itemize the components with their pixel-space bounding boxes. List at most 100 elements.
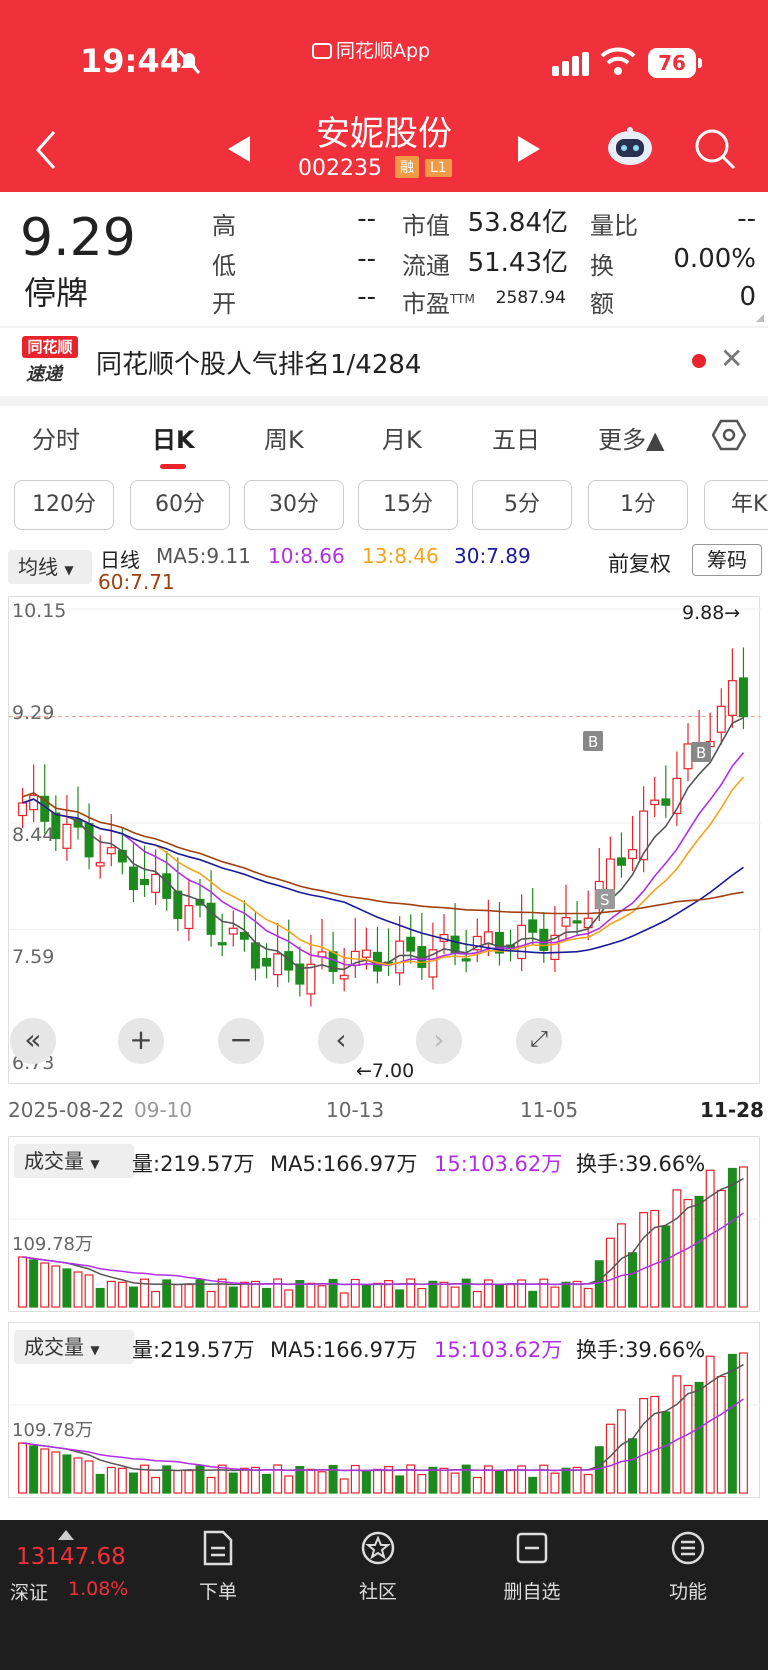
- tab-weekly-k[interactable]: 周K: [264, 420, 304, 455]
- functions-label: 功能: [668, 1581, 707, 1603]
- period-60min-button[interactable]: 60分: [130, 480, 230, 530]
- tab-monthly-k[interactable]: 月K: [382, 420, 422, 455]
- search-icon[interactable]: [694, 128, 736, 170]
- volume-bar: [306, 1282, 316, 1308]
- candle-body: [605, 858, 615, 891]
- chip-distribution-button[interactable]: 筹码: [692, 544, 762, 576]
- period-yearly-button[interactable]: 年K: [704, 480, 768, 530]
- chart-settings-icon[interactable]: [712, 418, 746, 452]
- y-label-top: 10.15: [12, 600, 67, 622]
- open-value: --: [357, 282, 376, 312]
- period-name: 日线: [100, 548, 140, 572]
- ma13-value: 13:8.46: [362, 544, 439, 568]
- fullscreen-icon[interactable]: ⤢: [516, 1018, 562, 1064]
- close-banner-icon[interactable]: ✕: [720, 342, 743, 375]
- candlestick-chart[interactable]: B B S: [8, 596, 761, 1084]
- candle-body: [151, 873, 161, 893]
- app-return-link[interactable]: 同花顺App: [312, 36, 430, 63]
- community-button[interactable]: 社区: [328, 1530, 428, 1604]
- logo-top-text: 同花顺: [22, 336, 78, 358]
- volume-bar: [29, 1259, 39, 1308]
- candle-body: [517, 924, 527, 960]
- zoom-in-button[interactable]: +: [118, 1018, 164, 1064]
- candle-body: [217, 942, 227, 946]
- scroll-right-button[interactable]: ›: [416, 1018, 462, 1064]
- zoom-out-far-button[interactable]: «: [10, 1018, 56, 1064]
- volume-bar: [439, 1281, 449, 1308]
- candle-body: [339, 974, 349, 980]
- volume-bar: [561, 1281, 571, 1308]
- float-cap-label: 流通: [402, 252, 450, 280]
- volume-indicator-select-2[interactable]: 成交量 ▼: [14, 1330, 134, 1364]
- candle-body: [572, 920, 582, 924]
- candle-body: [716, 705, 726, 733]
- volume-bar: [583, 1287, 593, 1308]
- volume-bar: [128, 1472, 138, 1494]
- functions-button[interactable]: 功能: [638, 1530, 738, 1604]
- high-value: --: [357, 204, 376, 234]
- ma30-value: 30:7.89: [454, 544, 531, 568]
- candle-body: [250, 942, 260, 969]
- volume-bar: [239, 1281, 249, 1308]
- divider: [0, 396, 768, 406]
- volume-bar: [616, 1223, 626, 1308]
- tab-more[interactable]: 更多▲: [598, 420, 664, 455]
- app-name: 同花顺App: [336, 40, 431, 62]
- volume-bar: [40, 1448, 50, 1494]
- scroll-left-button[interactable]: ‹: [318, 1018, 364, 1064]
- popularity-logo: 同花顺 速递: [22, 336, 80, 385]
- volume-bar: [716, 1189, 726, 1308]
- x-label-start: 2025-08-22: [8, 1098, 125, 1122]
- popularity-rank-link[interactable]: 同花顺个股人气排名1/4284: [96, 344, 421, 381]
- volume-bar: [262, 1473, 272, 1494]
- period-120min-button[interactable]: 120分: [14, 480, 114, 530]
- volume-bar: [84, 1460, 94, 1494]
- volume-bar: [705, 1355, 715, 1494]
- period-30min-button[interactable]: 30分: [244, 480, 344, 530]
- app-logo-icon: [312, 43, 332, 59]
- volume-bar: [284, 1289, 294, 1308]
- volume-bar: [528, 1290, 538, 1308]
- zoom-out-button[interactable]: −: [218, 1018, 264, 1064]
- index-name: 深证: [10, 1582, 49, 1604]
- candle-body: [18, 802, 28, 817]
- volume-bar: [550, 1286, 560, 1308]
- expand-up-icon[interactable]: [58, 1530, 74, 1540]
- period-1min-button[interactable]: 1分: [588, 480, 688, 530]
- stock-code: 002235: [298, 156, 382, 181]
- volume-bar: [727, 1353, 737, 1494]
- tab-timeshare[interactable]: 分时: [32, 420, 80, 455]
- market-cap-value: 53.84亿: [467, 208, 568, 238]
- tab-daily-k[interactable]: 日K: [152, 420, 195, 455]
- volume-bar: [738, 1166, 748, 1308]
- candle-body: [262, 957, 272, 967]
- index-value[interactable]: 13147.68: [16, 1544, 126, 1570]
- volume-bar: [206, 1476, 216, 1494]
- period-15min-button[interactable]: 15分: [358, 480, 458, 530]
- remove-watchlist-label: 删自选: [503, 1581, 561, 1603]
- order-button[interactable]: 下单: [168, 1530, 268, 1604]
- x-label-1013: 10-13: [326, 1098, 385, 1122]
- battery-tip: [698, 58, 702, 68]
- tab-five-day[interactable]: 五日: [492, 420, 540, 455]
- market-cap-label: 市值: [402, 212, 450, 240]
- robot-assistant-icon[interactable]: [606, 126, 654, 166]
- volume-bar: [428, 1466, 438, 1494]
- indicator-select[interactable]: 均线 ▼: [8, 550, 92, 584]
- volume-bar: [616, 1409, 626, 1494]
- volume-bar: [428, 1280, 438, 1308]
- volume-bar: [250, 1466, 260, 1494]
- volume-bar: [206, 1290, 216, 1308]
- volume-bar: [262, 1287, 272, 1308]
- open-label: 开: [212, 290, 236, 318]
- period-5min-button[interactable]: 5分: [472, 480, 572, 530]
- adjust-mode-button[interactable]: 前复权: [608, 548, 671, 578]
- volume-bar: [506, 1469, 516, 1494]
- remove-watchlist-button[interactable]: 删自选: [482, 1530, 582, 1604]
- volume-indicator-select-1[interactable]: 成交量 ▼: [14, 1144, 134, 1178]
- expand-corner-icon[interactable]: [756, 314, 764, 322]
- candle-body: [140, 878, 150, 886]
- volume-bar: [628, 1252, 638, 1308]
- volume-bar: [51, 1265, 61, 1308]
- candle-body: [727, 680, 737, 716]
